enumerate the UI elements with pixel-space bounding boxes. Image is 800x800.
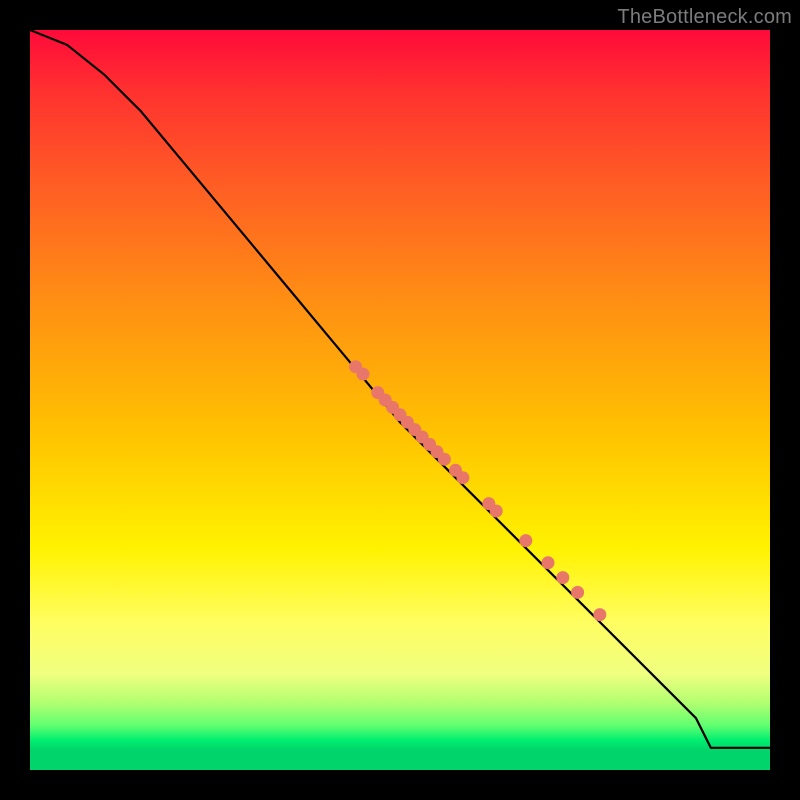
chart-points [349,360,606,621]
data-point [519,534,532,547]
chart-svg [30,30,770,770]
data-point [571,586,584,599]
data-point [542,556,555,569]
data-point [593,608,606,621]
data-point [490,505,503,518]
credit-text: TheBottleneck.com [617,6,792,29]
chart-curve [30,30,770,748]
data-point [357,368,370,381]
data-point [556,571,569,584]
data-point [456,471,469,484]
data-point [438,453,451,466]
